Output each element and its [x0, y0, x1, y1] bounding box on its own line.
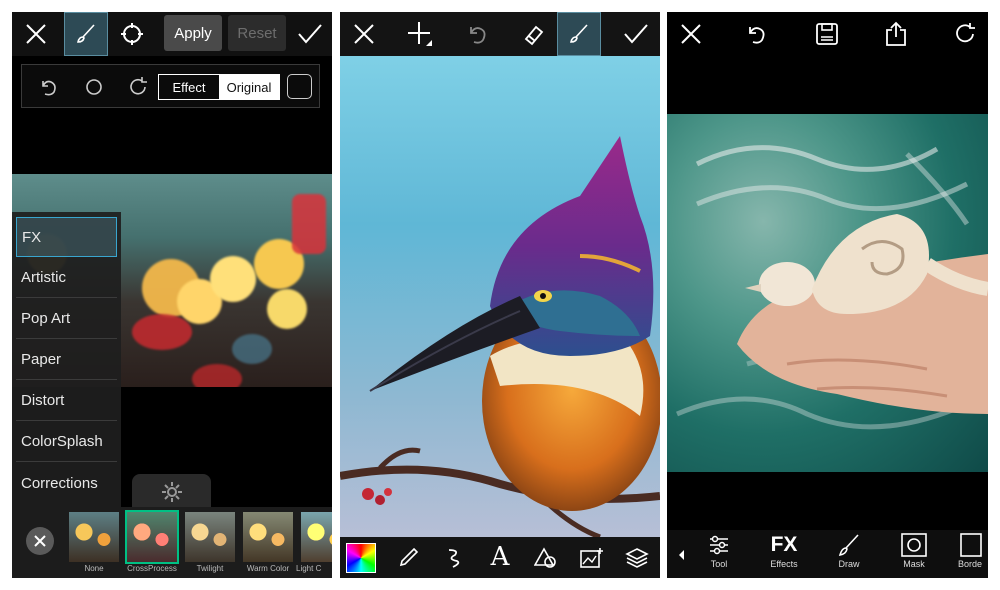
borders-button[interactable]: Borde: [952, 533, 988, 577]
undo-icon[interactable]: [462, 18, 494, 50]
fx-category-menu: FX Artistic Pop Art Paper Distort ColorS…: [12, 212, 121, 507]
check-icon[interactable]: [294, 18, 326, 50]
effect-label: CrossProcess: [127, 564, 177, 573]
fx-icon: FX: [770, 533, 798, 556]
effects-editor-screen: Apply Reset Effect Original FX Artistic …: [12, 12, 332, 578]
category-artistic[interactable]: Artistic: [16, 258, 117, 298]
effects-button[interactable]: FX Effects: [759, 533, 809, 577]
circle-target-icon[interactable]: [116, 18, 148, 50]
editor-tools-bar: Tool FX Effects Draw Mask Borde: [667, 530, 988, 578]
effect-thumb-none[interactable]: [69, 512, 119, 562]
close-icon[interactable]: [348, 18, 380, 50]
eyedropper-icon[interactable]: [393, 543, 423, 573]
circle-icon[interactable]: [82, 75, 106, 99]
drawing-editor-screen: A: [340, 12, 660, 578]
eraser-icon[interactable]: [518, 18, 550, 50]
effect-thumb-light[interactable]: [301, 512, 332, 562]
share-icon[interactable]: [880, 18, 912, 50]
close-icon[interactable]: [20, 18, 52, 50]
add-photo-icon[interactable]: [577, 543, 607, 573]
drawing-tools-bar: A: [340, 537, 660, 578]
effect-original-toggle: Effect Original: [158, 74, 280, 100]
effect-thumb-warm-color[interactable]: [243, 512, 293, 562]
effect-label: Light C: [296, 564, 322, 573]
top-toolbar: Apply Reset: [12, 12, 332, 56]
category-colorsplash[interactable]: ColorSplash: [16, 422, 117, 462]
effect-thumb-crossprocess[interactable]: [125, 510, 179, 564]
scroll-left-icon[interactable]: [677, 548, 685, 566]
top-toolbar: [667, 12, 988, 56]
effect-subbar: Effect Original: [21, 64, 320, 108]
photo-canvas[interactable]: [667, 114, 988, 472]
color-picker-icon[interactable]: [346, 543, 376, 573]
refresh-icon[interactable]: [125, 74, 151, 100]
add-layer-icon[interactable]: [404, 18, 436, 50]
top-toolbar: [340, 12, 660, 56]
brush-icon[interactable]: [557, 12, 601, 56]
close-icon[interactable]: [675, 18, 707, 50]
apply-button[interactable]: Apply: [164, 15, 222, 51]
sliders-icon: [707, 533, 731, 557]
draw-label: Draw: [838, 559, 860, 569]
tool-button[interactable]: Tool: [694, 533, 744, 577]
effect-tab[interactable]: Effect: [159, 75, 219, 99]
borders-label: Borde: [957, 559, 983, 569]
refresh-icon[interactable]: [949, 18, 981, 50]
effect-label: Twilight: [196, 564, 224, 573]
text-icon[interactable]: A: [485, 541, 515, 573]
category-paper[interactable]: Paper: [16, 340, 117, 380]
effect-thumbnail-strip: None CrossProcess Twilight Warm Color Li…: [12, 507, 332, 578]
square-icon[interactable]: [287, 74, 312, 99]
undo-icon[interactable]: [741, 18, 773, 50]
effect-label: None: [84, 564, 104, 573]
draw-button[interactable]: Draw: [824, 533, 874, 577]
brush-icon[interactable]: [64, 12, 108, 56]
border-icon: [958, 533, 982, 557]
brush-style-icon[interactable]: [439, 543, 469, 573]
close-circle-icon[interactable]: [26, 527, 54, 555]
kingfisher-painting: [340, 136, 660, 537]
effect-label: Warm Color: [246, 564, 290, 573]
layers-icon[interactable]: [622, 543, 652, 573]
category-fx[interactable]: FX: [16, 217, 117, 257]
category-corrections[interactable]: Corrections: [16, 463, 117, 503]
drawing-canvas[interactable]: [340, 56, 660, 537]
gear-icon: [160, 480, 184, 504]
mask-icon: [901, 533, 927, 557]
tool-label: Tool: [710, 559, 728, 569]
check-icon[interactable]: [620, 18, 652, 50]
mask-button[interactable]: Mask: [889, 533, 939, 577]
category-distort[interactable]: Distort: [16, 381, 117, 421]
original-tab[interactable]: Original: [219, 75, 279, 99]
settings-tab[interactable]: [132, 474, 211, 509]
reset-button[interactable]: Reset: [228, 15, 286, 51]
save-icon[interactable]: [811, 18, 843, 50]
category-pop-art[interactable]: Pop Art: [16, 299, 117, 339]
photo-editor-screen: Tool FX Effects Draw Mask Borde: [667, 12, 988, 578]
effect-thumb-twilight[interactable]: [185, 512, 235, 562]
shapes-icon[interactable]: [531, 543, 561, 573]
undo-icon[interactable]: [36, 75, 62, 99]
hands-holding-bird-photo: [676, 145, 988, 430]
draw-icon: [837, 533, 861, 557]
mask-label: Mask: [903, 559, 925, 569]
effects-label: Effects: [770, 559, 798, 569]
